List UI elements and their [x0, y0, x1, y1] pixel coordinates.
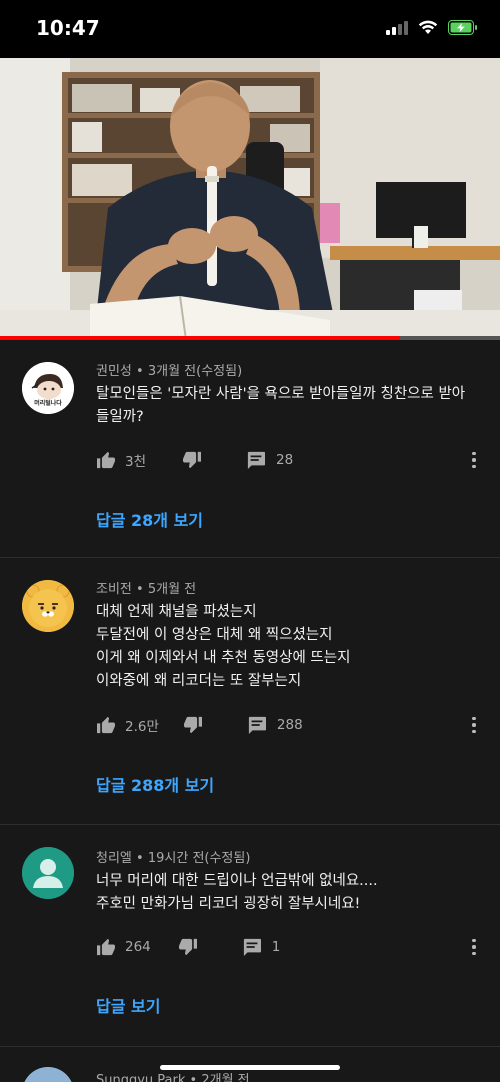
more-options-button[interactable]: [466, 713, 482, 737]
comment-actions: 264 1: [96, 935, 482, 959]
comment-time: 2개월 전: [201, 1073, 250, 1082]
cartoon-avatar-icon: 머리털나다: [22, 362, 74, 414]
meta-separator: •: [189, 1073, 202, 1082]
like-count: 3천: [125, 454, 147, 470]
meta-separator: •: [136, 582, 148, 597]
thumbs-up-icon: [97, 451, 115, 469]
reply-button[interactable]: 1: [242, 938, 281, 956]
comment-author[interactable]: 청리엘: [96, 851, 132, 866]
like-count: 264: [125, 939, 151, 955]
comment-meta: 청리엘 • 19시간 전(수정됨): [96, 847, 250, 866]
thumbs-up-icon: [97, 716, 115, 734]
reply-count: 1: [271, 939, 281, 955]
like-count: 2.6만: [125, 719, 159, 735]
dislike-button[interactable]: [182, 451, 202, 469]
meta-separator: •: [136, 851, 148, 866]
reply-button[interactable]: 28: [246, 451, 293, 469]
comment-icon: [243, 938, 261, 956]
comment-line: 이게 왜 이제와서 내 추천 동영상에 뜨는지: [96, 650, 351, 666]
reply-count: 28: [276, 452, 294, 468]
comment-line: 주호민 만화가님 리코더 굉장히 잘부시네요!: [96, 896, 361, 912]
comment-line: 대체 언제 채널을 파셨는지: [96, 604, 257, 620]
comment-time: 19시간 전(수정됨): [147, 851, 251, 866]
comment-author[interactable]: Sunggyu Park: [96, 1073, 185, 1082]
video-frame: [0, 58, 500, 340]
thumbs-down-icon: [183, 716, 202, 734]
more-options-button[interactable]: [466, 935, 482, 959]
comment-item: 머리털나다 권민성 • 3개월 전(수정됨) 탈모인들은 '모자란 사람'을 욕…: [0, 340, 500, 558]
cellular-signal-icon: [386, 20, 408, 35]
view-replies-link[interactable]: 답글 28개 보기: [96, 507, 203, 531]
comment-avatar[interactable]: [22, 580, 74, 632]
comment-text: 너무 머리에 대한 드립이나 언급밖에 없네요.... 주호민 만화가님 리코더…: [96, 870, 476, 916]
view-replies-link[interactable]: 답글 보기: [96, 993, 160, 1017]
ryan-bear-avatar-icon: [22, 580, 74, 632]
comment-line: 들일까?: [96, 409, 144, 425]
comment-text: 탈모인들은 '모자란 사람'을 욕으로 받아들일까 칭찬으로 받아 들일까?: [96, 383, 476, 429]
comment-text: 대체 언제 채널을 파셨는지 두달전에 이 영상은 대체 왜 찍으셨는지 이게 …: [96, 601, 476, 693]
more-vertical-icon: [472, 938, 476, 956]
comment-author[interactable]: 권민성: [96, 364, 132, 379]
reply-count: 288: [276, 717, 303, 733]
comment-item: 청리엘 • 19시간 전(수정됨) 너무 머리에 대한 드립이나 언급밖에 없네…: [0, 825, 500, 1047]
comment-time: 3개월 전(수정됨): [147, 364, 243, 379]
reply-button[interactable]: 288: [247, 716, 303, 734]
default-user-avatar-icon: [22, 847, 74, 899]
photo-avatar-icon: [24, 1067, 72, 1082]
battery-charging-icon: [448, 20, 477, 35]
like-button[interactable]: 264: [96, 938, 151, 956]
dislike-button[interactable]: [183, 716, 203, 734]
view-replies-link[interactable]: 답글 288개 보기: [96, 772, 214, 796]
comment-line: 탈모인들은 '모자란 사람'을 욕으로 받아들일까 칭찬으로 받아: [96, 386, 466, 402]
thumbs-down-icon: [178, 938, 197, 956]
comment-item: 조비전 • 5개월 전 대체 언제 채널을 파셨는지 두달전에 이 영상은 대체…: [0, 558, 500, 825]
avatar-text: 머리털나다: [34, 399, 62, 407]
wifi-icon: [418, 20, 438, 34]
comment-meta: 권민성 • 3개월 전(수정됨): [96, 360, 242, 379]
more-vertical-icon: [472, 716, 476, 734]
status-icons: [386, 20, 478, 35]
comments-list: 머리털나다 권민성 • 3개월 전(수정됨) 탈모인들은 '모자란 사람'을 욕…: [0, 340, 500, 1082]
comment-meta: Sunggyu Park • 2개월 전: [96, 1069, 250, 1082]
more-options-button[interactable]: [466, 448, 482, 472]
comment-icon: [248, 716, 266, 734]
thumbs-up-icon: [97, 938, 115, 956]
more-vertical-icon: [472, 451, 476, 469]
like-button[interactable]: 3천: [96, 450, 146, 470]
home-indicator[interactable]: [160, 1065, 340, 1070]
comment-actions: 3천 28: [96, 448, 482, 472]
status-time: 10:47: [36, 16, 100, 40]
comment-line: 두달전에 이 영상은 대체 왜 찍으셨는지: [96, 627, 333, 643]
status-bar: 10:47: [0, 0, 500, 58]
thumbs-down-icon: [183, 451, 202, 469]
dislike-button[interactable]: [178, 938, 198, 956]
comment-avatar[interactable]: 머리털나다: [22, 362, 74, 414]
comment-line: 너무 머리에 대한 드립이나 언급밖에 없네요....: [96, 873, 378, 889]
comment-author[interactable]: 조비전: [96, 582, 132, 597]
comment-actions: 2.6만 288: [96, 713, 482, 737]
comment-avatar[interactable]: [22, 847, 74, 899]
meta-separator: •: [136, 364, 148, 379]
comment-avatar[interactable]: [22, 1067, 74, 1082]
comment-meta: 조비전 • 5개월 전: [96, 578, 196, 597]
video-player[interactable]: [0, 58, 500, 340]
like-button[interactable]: 2.6만: [96, 715, 159, 735]
comment-icon: [247, 451, 266, 469]
comment-time: 5개월 전: [147, 582, 197, 597]
comment-line: 이와중에 왜 리코더는 또 잘부는지: [96, 673, 302, 689]
